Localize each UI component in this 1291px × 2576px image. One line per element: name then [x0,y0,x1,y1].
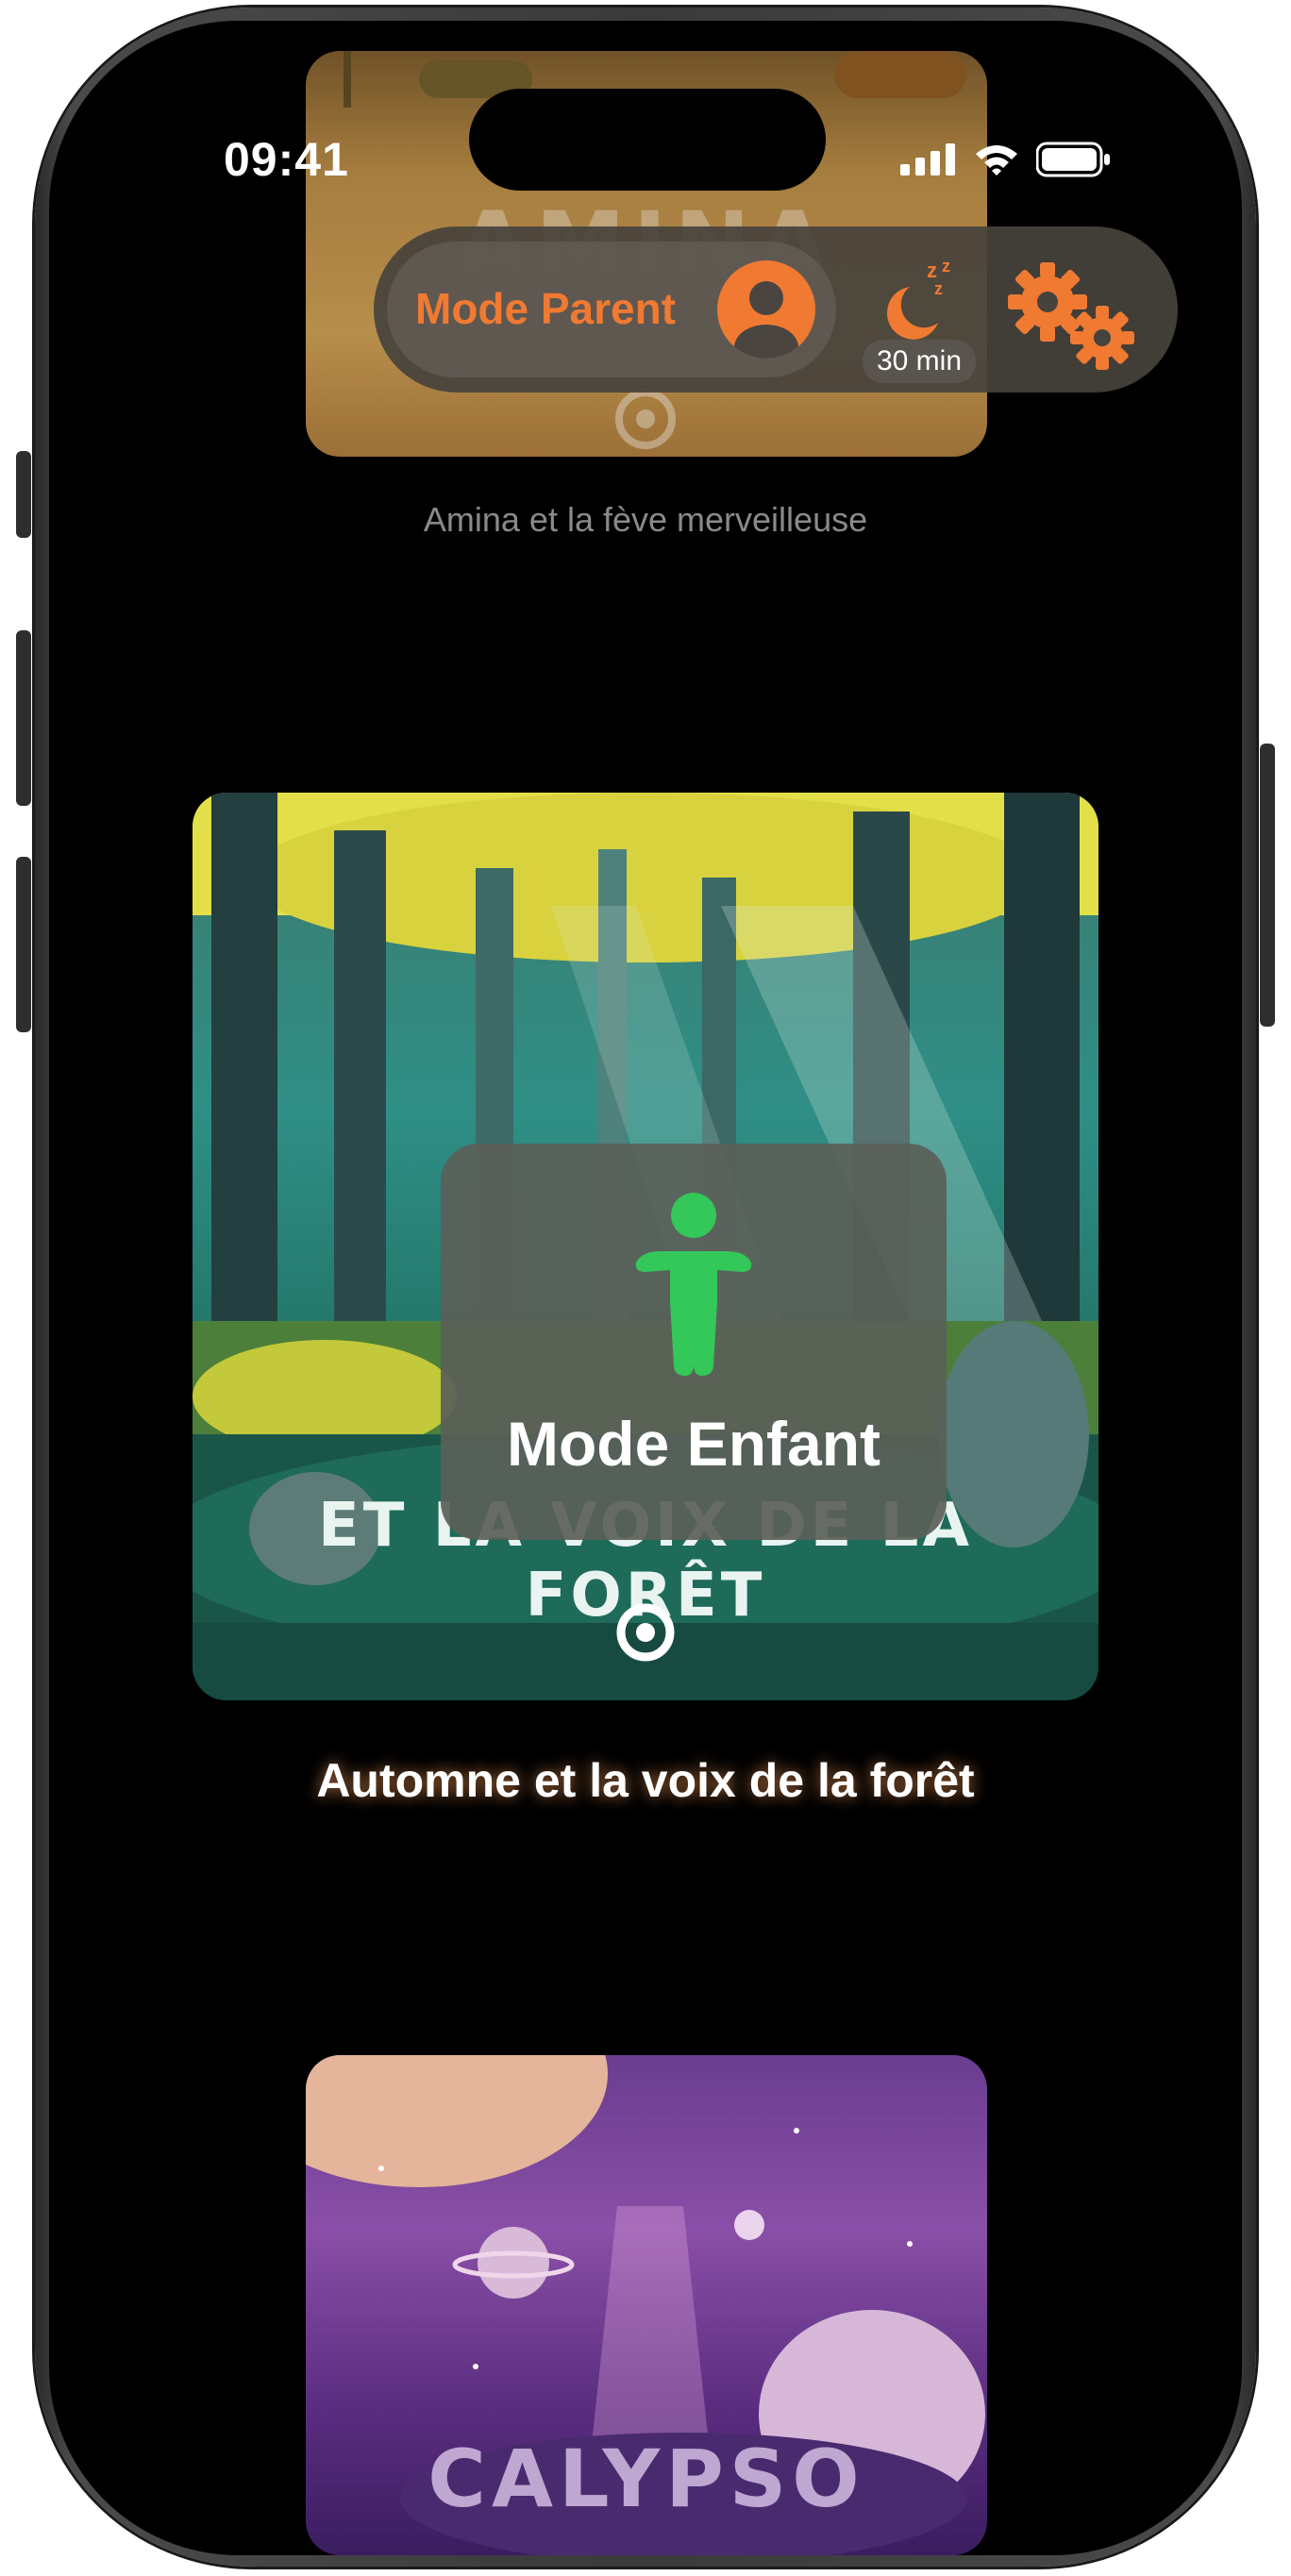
child-mode-label: Mode Enfant [507,1409,880,1479]
story-title-automne[interactable]: Automne et la voix de la forêt [49,1753,1242,1808]
cover-foliage [834,51,966,98]
user-icon [717,260,815,359]
mute-switch [16,451,31,538]
child-figure-icon [635,1193,752,1376]
play-target-icon [615,389,676,449]
power-button [1260,744,1275,1027]
svg-text:z: z [942,257,950,276]
sleep-timer-value: 30 min [863,340,976,383]
child-mode-toast: Mode Enfant [441,1144,947,1540]
settings-button[interactable] [1000,253,1142,376]
signal-icon [900,143,955,176]
top-control-bar: Mode Parent z z z 30 min [374,226,1178,393]
moon-sleep-icon: z z z [886,257,950,340]
dynamic-island [469,89,826,191]
parent-mode-button[interactable]: Mode Parent [387,242,836,377]
play-target-icon[interactable] [608,1595,683,1670]
wifi-icon [976,145,1017,176]
svg-text:z: z [934,279,943,298]
volume-up-button [16,630,31,806]
cover-title-text: CALYPSO [428,2433,865,2525]
parent-mode-label: Mode Parent [415,284,677,333]
story-title-amina[interactable]: Amina et la fève merveilleuse [49,500,1242,540]
status-time: 09:41 [224,133,349,186]
status-icons [900,142,1112,177]
cover-tree [344,51,351,108]
screen: AMINA Amina et la fève merveilleuse [49,21,1242,2555]
story-card-calypso[interactable]: CALYPSO [306,2055,987,2555]
volume-down-button [16,857,31,1032]
settings-gears-icon [1008,262,1134,370]
battery-icon [1036,142,1110,177]
sleep-timer-button[interactable]: z z z 30 min [855,253,978,383]
